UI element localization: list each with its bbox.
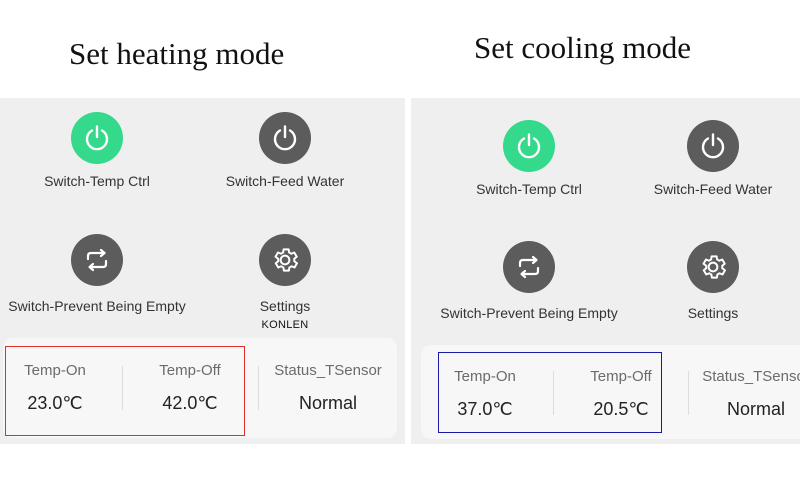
repeat-icon[interactable] xyxy=(71,234,123,286)
power-icon[interactable] xyxy=(259,112,311,164)
settings-label: Settings xyxy=(687,305,739,321)
repeat-icon[interactable] xyxy=(503,241,555,293)
status-tsensor-value: Normal xyxy=(298,393,357,413)
switch-feed-water-label: Switch-Feed Water xyxy=(653,181,773,197)
switch-feed-water[interactable]: Switch-Feed Water xyxy=(603,120,800,197)
switch-feed-water-label: Switch-Feed Water xyxy=(225,173,345,189)
settings[interactable]: Settings KONLEN xyxy=(175,234,395,331)
cooling-highlight-box xyxy=(438,352,662,433)
power-icon[interactable] xyxy=(687,120,739,172)
power-icon[interactable] xyxy=(71,112,123,164)
divider xyxy=(258,366,259,410)
status-tsensor-label: Status_TSensor xyxy=(274,362,382,379)
cooling-mode-heading: Set cooling mode xyxy=(474,30,691,65)
settings-label: Settings xyxy=(259,298,311,314)
power-icon[interactable] xyxy=(503,120,555,172)
heating-mode-heading: Set heating mode xyxy=(69,36,285,71)
status-tsensor-value: Normal xyxy=(726,399,785,419)
gear-icon[interactable] xyxy=(259,234,311,286)
switch-feed-water[interactable]: Switch-Feed Water xyxy=(175,112,395,189)
status-tsensor-column: Status_TSensor Normal xyxy=(265,362,391,414)
status-tsensor-label: Status_TSensor xyxy=(702,368,800,385)
gear-icon[interactable] xyxy=(687,241,739,293)
divider xyxy=(688,371,689,415)
status-tsensor-column: Status_TSensor Normal xyxy=(693,368,800,420)
konlen-watermark: KONLEN xyxy=(261,319,309,331)
settings[interactable]: Settings xyxy=(603,241,800,321)
heating-highlight-box xyxy=(5,346,245,436)
